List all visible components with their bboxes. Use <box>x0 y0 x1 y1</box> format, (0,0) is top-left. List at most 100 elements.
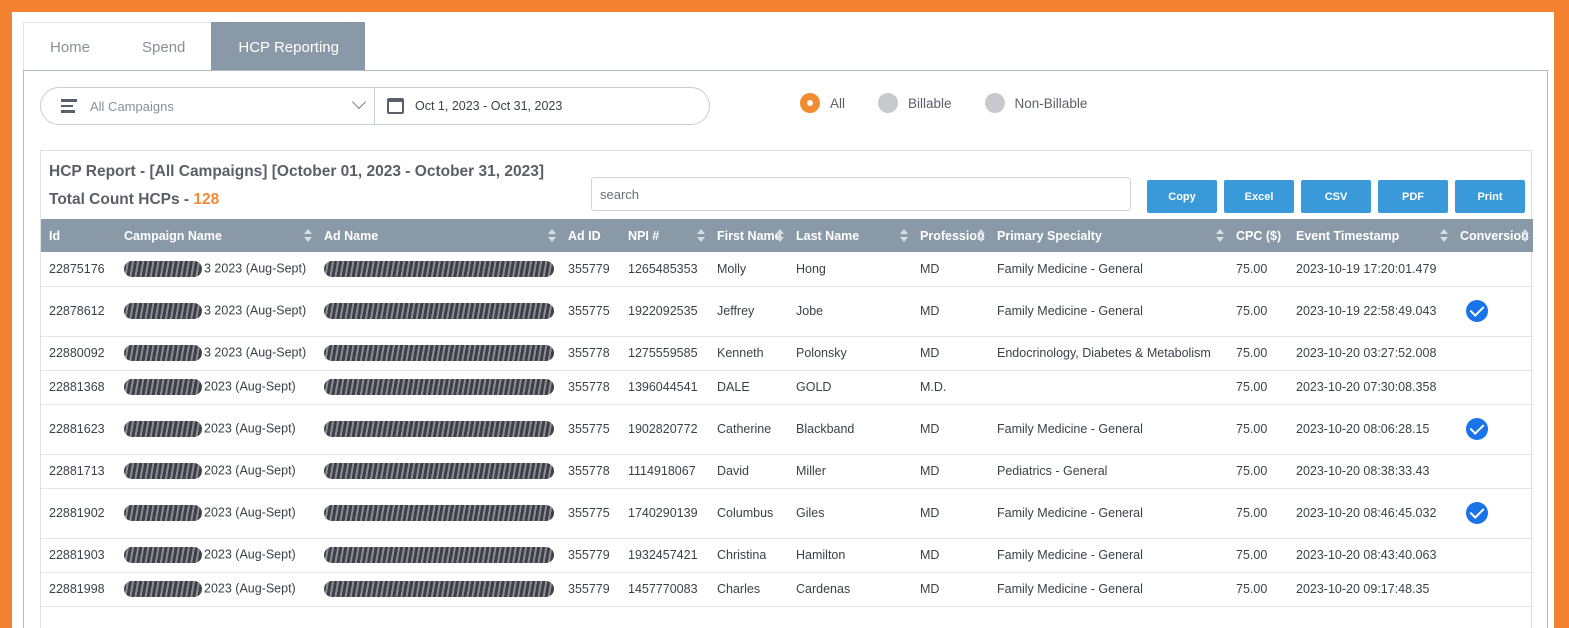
search-input[interactable] <box>591 177 1131 211</box>
date-range-label: Oct 1, 2023 - Oct 31, 2023 <box>415 99 563 113</box>
tab-spend[interactable]: Spend <box>116 22 212 71</box>
table-row: 22881998 2023 (Aug-Sept) 355779 1457770083 C… <box>41 572 1533 607</box>
cell-campaign: 2023 (Aug-Sept) <box>116 454 316 489</box>
cell-ad-name <box>316 488 560 539</box>
cell-id-text: 22881713 <box>49 464 105 478</box>
redacted-scribble <box>324 581 554 597</box>
radio-label: All <box>830 95 846 111</box>
redacted-scribble <box>324 379 554 395</box>
cell-ad-name <box>316 336 560 371</box>
column-header-conversion[interactable]: Conversion <box>1452 219 1533 252</box>
cell-cpc-text: 75.00 <box>1236 261 1268 276</box>
cell-npi: 1902820772 <box>620 404 709 455</box>
column-header-ad-id[interactable]: Ad ID <box>560 219 620 252</box>
cell-timestamp-text: 2023-10-20 08:06:28.15 <box>1296 422 1430 436</box>
cell-profession: MD <box>912 572 989 607</box>
cell-id: 22878612 <box>41 286 116 337</box>
cell-specialty-text: Family Medicine - General <box>997 261 1143 276</box>
cell-first-name: Catherine <box>709 404 788 455</box>
cell-first-name-text: Christina <box>717 548 767 562</box>
cell-first-name-text: Jeffrey <box>717 304 755 318</box>
cell-conversion <box>1452 336 1533 371</box>
cell-npi-text: 1275559585 <box>628 346 698 360</box>
redacted-scribble <box>124 421 202 437</box>
tab-hcp-reporting[interactable]: HCP Reporting <box>211 22 365 71</box>
cell-specialty: Endocrinology, Diabetes & Metabolism <box>989 336 1228 371</box>
cell-first-name: Jeffrey <box>709 286 788 337</box>
cell-last-name-text: Polonsky <box>796 346 847 360</box>
csv-button[interactable]: CSV <box>1301 180 1371 213</box>
date-range-picker[interactable]: Oct 1, 2023 - Oct 31, 2023 <box>375 88 709 124</box>
header-label: Id <box>49 228 61 243</box>
cell-cpc-text: 75.00 <box>1236 422 1268 436</box>
cell-npi: 1740290139 <box>620 488 709 539</box>
cell-ad-id: 355775 <box>560 286 620 337</box>
cell-ad-id-text: 355778 <box>568 464 610 478</box>
cell-conversion <box>1452 286 1533 337</box>
report-count-value: 128 <box>193 191 220 208</box>
radio-unselected-icon <box>984 93 1005 113</box>
export-buttons: Copy Excel CSV PDF Print <box>1147 180 1532 213</box>
radio-selected-icon <box>800 93 820 113</box>
pdf-button[interactable]: PDF <box>1378 180 1448 213</box>
cell-campaign-text: 2023 (Aug-Sept) <box>204 581 296 596</box>
cell-ad-id: 355779 <box>560 572 620 607</box>
cell-ad-id: 355779 <box>560 538 620 573</box>
cell-npi-text: 1922092535 <box>628 304 698 318</box>
cell-ad-id-text: 355775 <box>568 506 610 520</box>
excel-button[interactable]: Excel <box>1224 180 1294 213</box>
cell-cpc: 75.00 <box>1228 336 1288 371</box>
print-button[interactable]: Print <box>1455 180 1525 213</box>
cell-timestamp-text: 2023-10-19 17:20:01.479 <box>1296 261 1437 276</box>
cell-conversion <box>1452 538 1533 573</box>
cell-timestamp: 2023-10-20 09:17:48.35 <box>1288 572 1452 607</box>
cell-specialty: Family Medicine - General <box>989 404 1228 455</box>
cell-specialty: Family Medicine - General <box>989 286 1228 337</box>
cell-conversion <box>1452 488 1533 539</box>
cell-conversion <box>1452 572 1533 607</box>
copy-button[interactable]: Copy <box>1147 180 1217 213</box>
cell-first-name-text: Kenneth <box>717 346 764 360</box>
cell-last-name: Miller <box>788 454 912 489</box>
cell-first-name: Molly <box>709 252 788 287</box>
cell-id: 22875176 <box>41 252 116 287</box>
column-header-last-name[interactable]: Last Name <box>788 219 912 252</box>
cell-id-text: 22875176 <box>49 261 105 276</box>
check-circle-icon <box>1466 418 1488 440</box>
cell-cpc: 75.00 <box>1228 572 1288 607</box>
cell-last-name: Hong <box>788 252 912 287</box>
table-row: 22881902 2023 (Aug-Sept) 355775 1740290139 C… <box>41 488 1533 539</box>
column-header-ad-name[interactable]: Ad Name <box>316 219 560 252</box>
radio-billable[interactable]: Billable <box>878 93 952 113</box>
column-header-profession[interactable]: Profession <box>912 219 989 252</box>
column-header-id[interactable]: Id <box>41 219 116 252</box>
cell-id-text: 22881903 <box>49 548 105 562</box>
column-header-npi[interactable]: NPI # <box>620 219 709 252</box>
table-row: 22878612 3 2023 (Aug-Sept) 355775 192209253… <box>41 286 1533 337</box>
cell-npi-text: 1457770083 <box>628 582 698 596</box>
column-header-first-name[interactable]: First Name <box>709 219 788 252</box>
cell-ad-name <box>316 538 560 573</box>
cell-ad-id-text: 355775 <box>568 422 610 436</box>
column-header-specialty[interactable]: Primary Specialty <box>989 219 1228 252</box>
column-header-timestamp[interactable]: Event Timestamp <box>1288 219 1452 252</box>
radio-all[interactable]: All <box>800 93 845 113</box>
cell-ad-id: 355779 <box>560 252 620 287</box>
cell-last-name-text: Giles <box>796 506 825 520</box>
tab-home[interactable]: Home <box>23 22 117 71</box>
cell-id-text: 22880092 <box>49 346 105 360</box>
campaign-select[interactable]: All Campaigns <box>41 88 375 124</box>
cell-last-name-text: Hamilton <box>796 548 846 562</box>
cell-cpc-text: 75.00 <box>1236 304 1268 318</box>
header-label: Ad Name <box>324 228 379 243</box>
cell-campaign-text: 3 2023 (Aug-Sept) <box>204 303 307 318</box>
header-label: Campaign Name <box>124 228 222 243</box>
cell-cpc: 75.00 <box>1228 286 1288 337</box>
cell-profession: MD <box>912 404 989 455</box>
cell-last-name: GOLD <box>788 370 912 405</box>
redacted-scribble <box>124 463 202 479</box>
radio-non-billable[interactable]: Non-Billable <box>984 93 1087 113</box>
cell-first-name-text: Catherine <box>717 422 772 436</box>
column-header-cpc[interactable]: CPC ($) <box>1228 219 1288 252</box>
column-header-campaign[interactable]: Campaign Name <box>116 219 316 252</box>
